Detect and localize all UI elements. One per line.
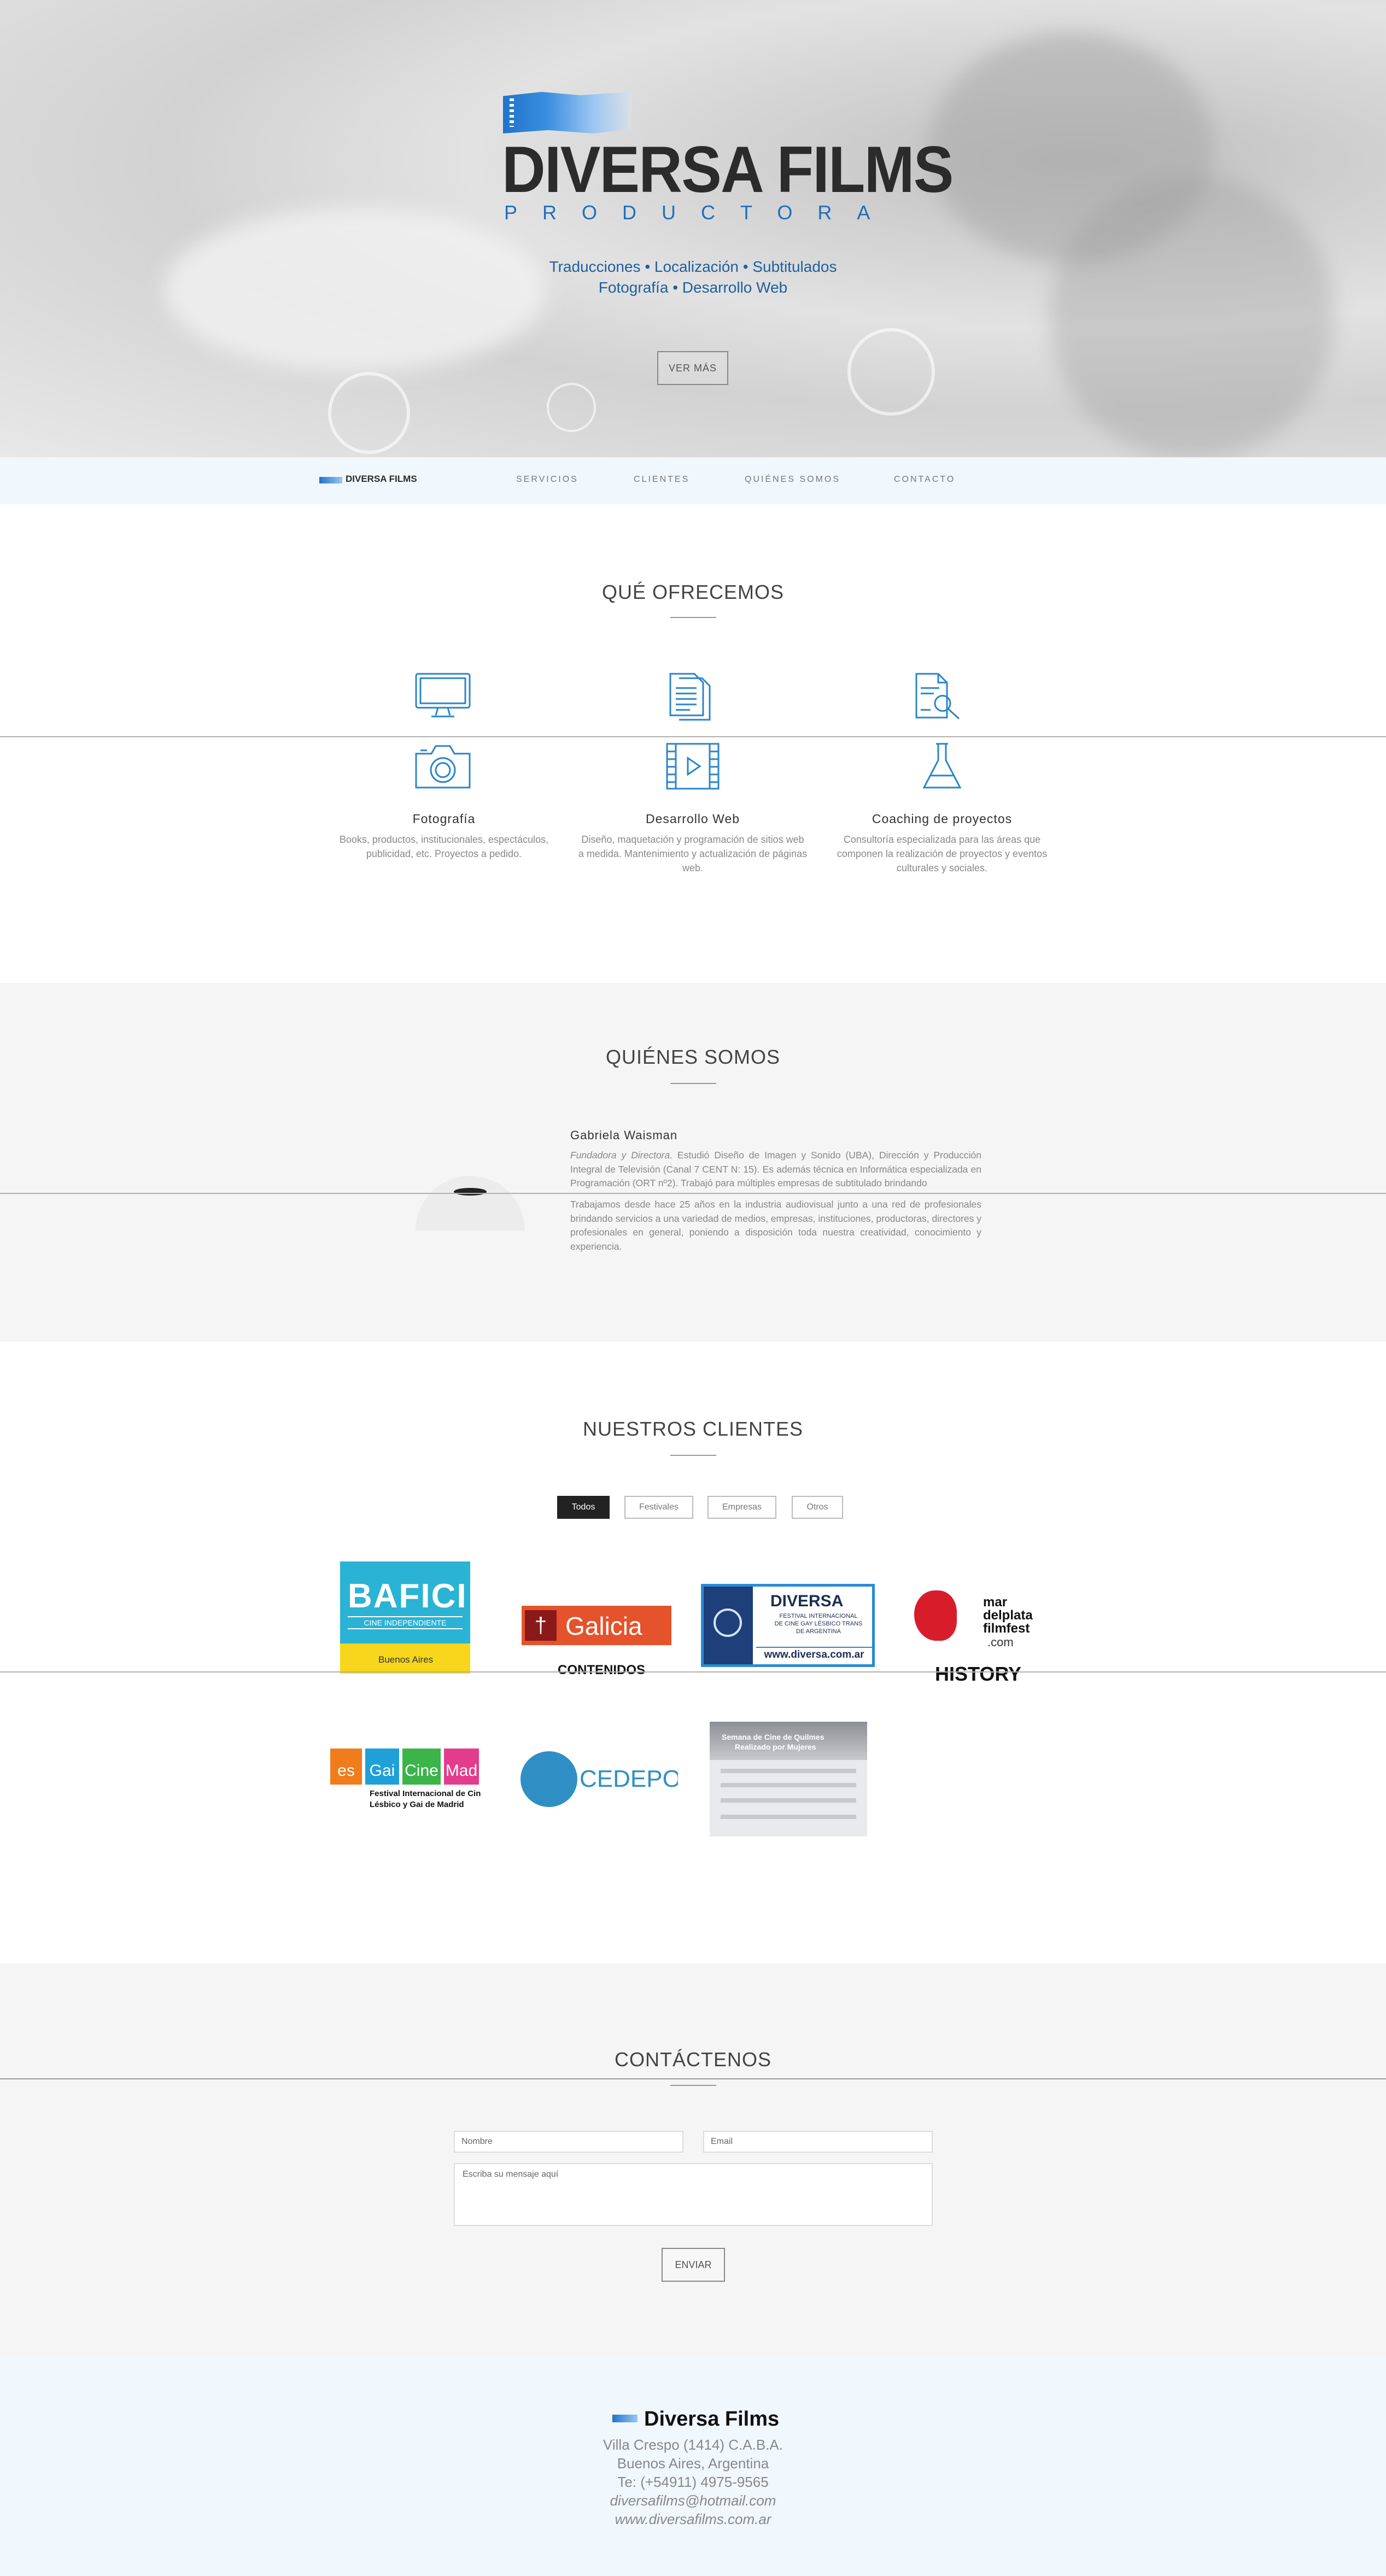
services-title: QUÉ OFRECEMOS — [601, 581, 785, 603]
nav-item-contacto[interactable]: CONTACTO — [894, 475, 955, 485]
footer-email[interactable]: diversafilms@hotmail.com — [0, 2492, 1386, 2509]
mardelplata-line1: mar — [983, 1595, 1008, 1610]
brand-title: DIVERSA FILMS — [502, 133, 954, 206]
nav-item-clientes[interactable]: CLIENTES — [634, 475, 689, 485]
client-logo-mardelplata[interactable]: mar delplata filmfest .com — [912, 1586, 1054, 1657]
service-desc-coaching: Consultoría especializada para las áreas… — [837, 834, 1048, 873]
diversa-fest-line3: DE ARGENTINA — [796, 1628, 841, 1635]
document-icon — [669, 673, 711, 721]
email-field[interactable]: Email — [703, 2131, 933, 2153]
cedepo-name: CEDEPO — [580, 1765, 678, 1792]
galicia-cross-icon: † — [525, 1610, 557, 1641]
monitor-icon — [415, 673, 471, 718]
hero-section: DIVERSA FILMS PRODUCTORA Traducciones • … — [0, 0, 1386, 457]
hero-bg-shape — [1050, 175, 1334, 457]
sea-lion-icon — [914, 1590, 957, 1641]
nav-flag-icon — [319, 477, 342, 483]
clients-title: NUESTROS CLIENTES — [582, 1418, 804, 1440]
document-search-icon — [915, 673, 960, 720]
title-rule — [670, 1455, 716, 1456]
brand-flag-icon — [503, 92, 631, 133]
name-field[interactable]: Nombre — [454, 2131, 683, 2153]
diversa-fest-line2: DE CINE GAY LÉSBICO TRANS — [774, 1621, 863, 1627]
client-logo-muestra-quilmes[interactable]: Semana de Cine de Quilmes Realizado por … — [710, 1722, 867, 1837]
service-title-coaching: Coaching de proyectos — [872, 812, 1013, 826]
brand-subtitle: PRODUCTORA — [504, 201, 896, 224]
client-logo-cedepo[interactable]: CEDEPO — [519, 1750, 678, 1808]
history-name: HISTORY — [935, 1663, 1022, 1685]
ver-mas-button[interactable]: VER MÁS — [657, 351, 728, 385]
divider-line — [0, 736, 1386, 737]
footer-brand: Diversa Films — [644, 2408, 780, 2431]
divider-line — [0, 1193, 1386, 1194]
client-logo-galicia[interactable]: † Galicia — [522, 1606, 671, 1645]
about-title: QUIÉNES SOMOS — [605, 1046, 781, 1068]
lesgaicinemad-tile-4: Mad — [444, 1749, 479, 1785]
contact-section — [0, 1963, 1386, 2357]
muestra-line2: Realizado por Mujeres — [735, 1742, 816, 1751]
title-rule — [670, 2085, 716, 2086]
lesgaicinemad-tile-2: Gai — [365, 1749, 399, 1785]
diversa-fest-url: www.diversa.com.ar — [756, 1647, 872, 1662]
nav-item-quienes-somos[interactable]: QUIÉNES SOMOS — [745, 475, 840, 485]
flask-icon — [922, 743, 962, 789]
client-logo-history[interactable]: HISTORY — [935, 1663, 1033, 1685]
bafici-name: BAFICI — [348, 1577, 467, 1615]
message-field[interactable]: Escriba su mensaje aquí — [454, 2163, 933, 2226]
filter-festivales[interactable]: Festivales — [624, 1496, 693, 1519]
filter-empresas[interactable]: Empresas — [707, 1496, 776, 1519]
service-desc-fotografia: Books, productos, institucionales, espec… — [339, 834, 549, 859]
title-rule — [670, 1083, 716, 1084]
nav-item-servicios[interactable]: SERVICIOS — [516, 475, 578, 485]
about-name: Gabriela Waisman — [570, 1128, 678, 1142]
gender-symbol-icon — [714, 1608, 742, 1637]
lesgaicinemad-line2: Lésbico y Gai de Madrid — [370, 1800, 464, 1809]
hero-bokeh — [547, 383, 596, 432]
about-role: Fundadora y Directora. — [570, 1150, 673, 1161]
footer-phone: Te: (+54911) 4975-9565 — [617, 2474, 769, 2490]
service-title-desarrollo-web: Desarrollo Web — [645, 812, 740, 826]
mardelplata-line4: .com — [987, 1635, 1014, 1649]
film-play-icon — [666, 743, 720, 790]
footer-address-2: Buenos Aires, Argentina — [617, 2455, 769, 2472]
filter-todos[interactable]: Todos — [557, 1496, 610, 1519]
title-rule — [670, 617, 716, 618]
filter-otros[interactable]: Otros — [792, 1496, 843, 1519]
mardelplata-line2: delplata — [983, 1608, 1033, 1623]
client-logo-diversa-festival[interactable]: DIVERSA FESTIVAL INTERNACIONAL DE CINE G… — [701, 1584, 875, 1667]
footer-web[interactable]: www.diversafilms.com.ar — [0, 2511, 1386, 2528]
client-logo-lesgaicinemad[interactable]: es Gai Cine Mad Festival Internacional d… — [328, 1747, 481, 1814]
bafici-footer: Buenos Aires — [378, 1654, 434, 1665]
bafici-line: CINE INDEPENDIENTE — [348, 1616, 463, 1629]
camera-icon — [415, 745, 471, 789]
client-logo-contenidos[interactable]: CONTENIDOS — [558, 1663, 645, 1679]
footer-address-1: Villa Crespo (1414) C.A.B.A. — [603, 2437, 783, 2453]
send-button[interactable]: ENVIAR — [662, 2248, 725, 2282]
contenidos-name: CONTENIDOS — [558, 1663, 645, 1677]
hero-tagline: Fotografía • Desarrollo Web — [598, 279, 788, 296]
divider-line — [0, 1671, 1386, 1672]
service-desc-desarrollo-web: Diseño, maquetación y programación de si… — [578, 834, 808, 873]
globe-icon — [521, 1751, 577, 1807]
diversa-fest-name: DIVERSA — [770, 1592, 844, 1610]
footer-flag-icon — [612, 2415, 638, 2422]
about-bio-2: Trabajamos desde hace 25 años en la indu… — [570, 1199, 981, 1252]
lesgaicinemad-line1: Festival Internacional de Cine — [370, 1789, 481, 1798]
service-title-fotografia: Fotografía — [412, 812, 476, 826]
hero-bokeh — [328, 372, 410, 454]
contact-title: CONTÁCTENOS — [614, 2048, 771, 2071]
mardelplata-line3: filmfest — [983, 1621, 1030, 1636]
galicia-name: Galicia — [565, 1612, 642, 1640]
lesgaicinemad-tile-3: Cine — [402, 1749, 441, 1785]
hero-tagline: Traducciones • Localización • Subtitulad… — [549, 258, 837, 275]
diversa-fest-line1: FESTIVAL INTERNACIONAL — [779, 1613, 858, 1619]
about-bio: Fundadora y Directora. Estudió Diseño de… — [570, 1149, 981, 1191]
divider-line — [0, 2078, 1386, 2079]
hero-bokeh — [847, 328, 935, 416]
client-logo-bafici[interactable]: BAFICI CINE INDEPENDIENTE Buenos Aires — [340, 1561, 470, 1674]
lesgaicinemad-tile-1: es — [330, 1749, 362, 1785]
main-nav: DIVERSA FILMS SERVICIOS CLIENTES QUIÉNES… — [0, 457, 1386, 504]
muestra-line1: Semana de Cine de Quilmes — [722, 1733, 824, 1741]
nav-logo[interactable]: DIVERSA FILMS — [346, 474, 417, 485]
